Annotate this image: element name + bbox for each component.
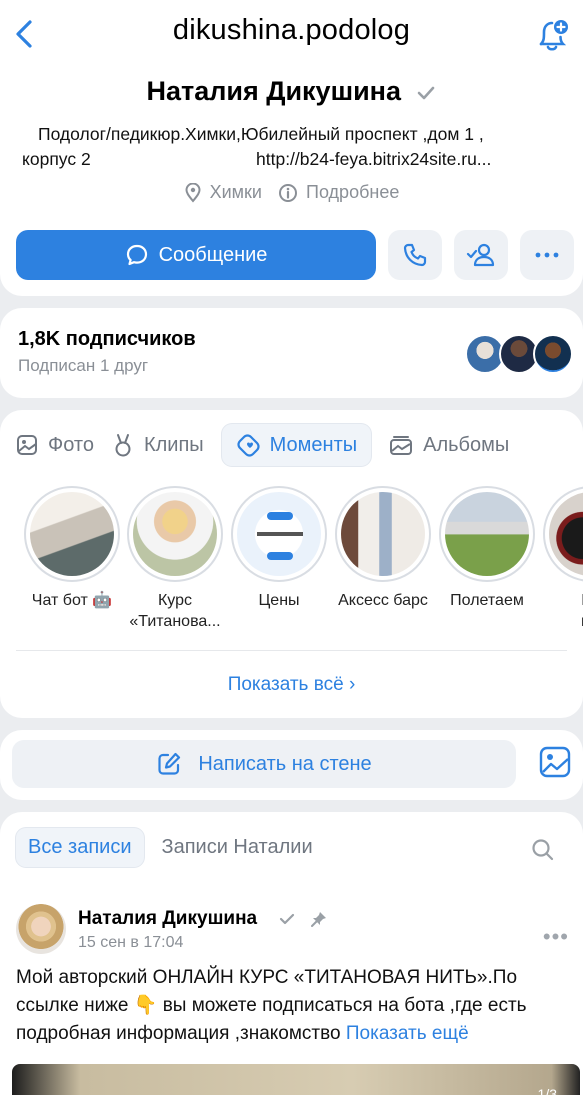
- pin-icon: [311, 912, 326, 927]
- tab-photos-label: Фото: [48, 433, 94, 456]
- post-author[interactable]: Наталия Дикушина: [78, 908, 257, 930]
- clips-icon: [115, 434, 131, 457]
- story-item[interactable]: Чат бот 🤖: [22, 486, 122, 611]
- story-label: Цены: [258, 592, 300, 609]
- story-thumbnail: [549, 492, 583, 576]
- write-on-wall-label: Написать на стене: [198, 752, 372, 775]
- tab-moments[interactable]: Моменты: [221, 424, 372, 466]
- tab-all-posts[interactable]: Все записи: [16, 828, 144, 867]
- message-icon: [126, 244, 147, 266]
- story-item[interactable]: Аксесс барс: [333, 486, 433, 611]
- story-label-line2: мо: [541, 611, 583, 632]
- divider: [16, 650, 567, 651]
- story-thumbnail: [445, 492, 529, 576]
- more-horizontal-icon: [535, 252, 559, 258]
- verified-icon: [279, 913, 295, 925]
- story-thumbnail: [237, 492, 321, 576]
- phone-icon: [403, 243, 427, 267]
- message-button[interactable]: Сообщение: [16, 230, 376, 280]
- profile-bio: Подолог/педикюр.Химки,Юбилейный проспект…: [22, 122, 563, 172]
- photo-icon: [17, 435, 37, 455]
- post-date: 15 сен в 17:04: [78, 934, 184, 951]
- call-button[interactable]: [388, 230, 442, 280]
- details-label: Подробнее: [306, 182, 400, 202]
- bio-line-1: Подолог/педикюр.Химки,Юбилейный проспект…: [38, 124, 484, 144]
- story-label: Курс: [157, 592, 193, 609]
- more-button[interactable]: [520, 230, 574, 280]
- details-item[interactable]: Подробнее: [278, 182, 399, 203]
- tab-clips-label: Клипы: [143, 433, 204, 456]
- story-label: Аксесс барс: [338, 592, 428, 609]
- story-item[interactable]: Ба мо: [541, 486, 583, 632]
- followers-card[interactable]: 1,8K подписчиков Подписан 1 друг: [0, 308, 583, 398]
- post-text: Мой авторский ОНЛАЙН КУРС «ТИТАНОВАЯ НИТ…: [16, 964, 575, 1048]
- albums-icon: [390, 436, 413, 455]
- search-icon[interactable]: [531, 838, 555, 867]
- image-counter: 1/3: [537, 1086, 557, 1095]
- subscribe-notifications-icon[interactable]: [535, 14, 571, 54]
- followers-count: 1,8K подписчиков: [18, 328, 196, 350]
- story-item[interactable]: Цены: [229, 486, 329, 611]
- friend-button[interactable]: [454, 230, 508, 280]
- media-card: Фото Клипы Моменты Альбомы Чат бот 🤖 Кур…: [0, 410, 583, 718]
- avatar[interactable]: [16, 904, 66, 954]
- followers-friends: Подписан 1 друг: [18, 356, 149, 375]
- story-item[interactable]: Полетаем: [437, 486, 537, 611]
- tab-clips[interactable]: Клипы: [112, 424, 204, 466]
- profile-name: Наталия Дикушина: [146, 76, 402, 106]
- story-item[interactable]: Курс «Титанова...: [125, 486, 225, 632]
- story-label-line2: «Титанова...: [129, 613, 221, 630]
- city-item[interactable]: Химки: [184, 182, 262, 203]
- verified-icon: [417, 86, 434, 100]
- tab-albums-label: Альбомы: [423, 433, 510, 456]
- message-button-label: Сообщение: [158, 243, 268, 266]
- profile-actions: Сообщение: [16, 230, 574, 280]
- show-all-link[interactable]: Показать всё ›: [0, 674, 583, 696]
- write-on-wall-button[interactable]: Написать на стене: [12, 740, 516, 788]
- avatar: [533, 334, 573, 374]
- post-menu-icon[interactable]: •••: [543, 924, 569, 950]
- tab-photos[interactable]: Фото: [16, 424, 94, 466]
- profile-meta: Химки Подробнее: [0, 182, 583, 203]
- story-thumbnail: [341, 492, 425, 576]
- city-label: Химки: [209, 182, 262, 202]
- post-image[interactable]: [12, 1064, 580, 1095]
- show-more-link[interactable]: Показать ещё: [346, 1023, 469, 1044]
- media-tabs: Фото Клипы Моменты Альбомы: [16, 424, 509, 466]
- story-label: Ба: [541, 590, 583, 611]
- attach-photo-icon[interactable]: [539, 744, 571, 780]
- story-thumbnail: [30, 492, 114, 576]
- tab-owner-posts[interactable]: Записи Наталии: [162, 836, 313, 859]
- story-label: Чат бот 🤖: [31, 592, 113, 609]
- bio-link[interactable]: http://b24-feya.bitrix24site.ru...: [256, 147, 491, 172]
- tab-albums[interactable]: Альбомы: [389, 424, 509, 466]
- tab-moments-label: Моменты: [269, 433, 358, 456]
- story-thumbnail: [133, 492, 217, 576]
- posts-tabs: Все записи Записи Наталии: [16, 828, 313, 867]
- posts-card: Все записи Записи Наталии Наталия Дикуши…: [0, 812, 583, 1095]
- profile-card: Наталия Дикушина Подолог/педикюр.Химки,Ю…: [0, 70, 583, 296]
- page-title: dikushina.podolog: [172, 14, 411, 46]
- followers-avatars: [465, 334, 573, 374]
- info-icon: [279, 183, 297, 202]
- location-icon: [185, 182, 201, 203]
- wall-card: Написать на стене: [0, 730, 583, 800]
- story-label: Полетаем: [450, 592, 524, 609]
- edit-icon: [158, 752, 181, 775]
- top-bar: dikushina.podolog: [0, 0, 583, 70]
- moments-icon: [237, 434, 260, 457]
- user-check-icon: [466, 243, 495, 267]
